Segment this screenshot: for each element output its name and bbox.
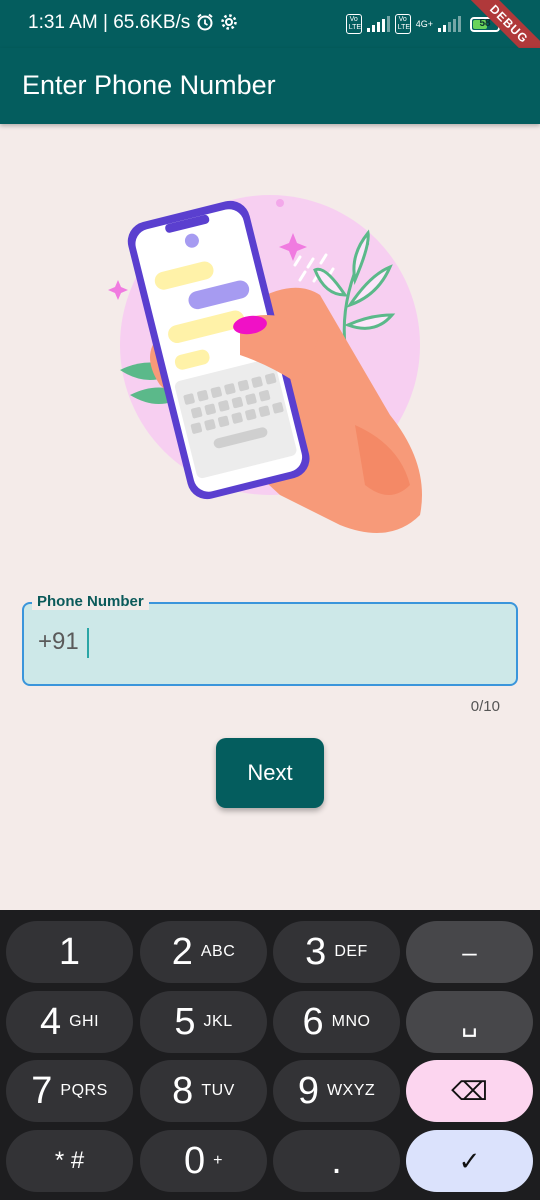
signal-icon-1 bbox=[366, 16, 390, 32]
network-type: 4G+ bbox=[415, 18, 433, 29]
key-space-label: ␣ bbox=[461, 1007, 478, 1037]
key-1[interactable]: 1 bbox=[6, 921, 133, 983]
key-8-letters: TUV bbox=[201, 1082, 235, 1099]
key-9-label: 9 bbox=[297, 1070, 319, 1112]
text-cursor bbox=[87, 628, 89, 658]
key-3-letters: DEF bbox=[334, 943, 368, 960]
key-7-letters: PQRS bbox=[60, 1082, 108, 1099]
key-4[interactable]: 4 GHI bbox=[6, 991, 133, 1053]
phone-number-label: Phone Number bbox=[32, 593, 149, 610]
key-6[interactable]: 6 MNO bbox=[273, 991, 400, 1053]
done-key-label: ✓ bbox=[458, 1146, 481, 1176]
key-6-letters: MNO bbox=[331, 1013, 371, 1030]
key-4-label: 4 bbox=[39, 1001, 62, 1043]
key-3[interactable]: 3 DEF bbox=[273, 921, 400, 983]
signal-icon-2 bbox=[438, 16, 461, 32]
key-2-letters: ABC bbox=[200, 943, 236, 960]
country-code-prefix: +91 bbox=[38, 628, 79, 655]
key-star-hash-label: * # bbox=[54, 1147, 85, 1174]
backspace-key[interactable]: ⌫ bbox=[406, 1060, 533, 1122]
key-9[interactable]: 9 WXYZ bbox=[273, 1060, 400, 1122]
key-8[interactable]: 8 TUV bbox=[140, 1060, 267, 1122]
key-2[interactable]: 2 ABC bbox=[140, 921, 267, 983]
key-1-label: 1 bbox=[58, 931, 81, 973]
key-3-label: 3 bbox=[305, 931, 327, 973]
key-0-letters: + bbox=[213, 1152, 223, 1169]
key-0-label: 0 bbox=[184, 1140, 206, 1182]
status-bar: 1:31 AM | 65.6KB/s Vo LTE Vo LTE 4G+ 58 … bbox=[0, 0, 540, 78]
phone-number-field[interactable]: +91 bbox=[22, 602, 518, 686]
status-left: 1:31 AM | 65.6KB/s bbox=[28, 12, 238, 34]
gear-icon bbox=[220, 13, 238, 34]
backspace-key-label: ⌫ bbox=[451, 1076, 488, 1106]
key-dash[interactable]: – bbox=[406, 921, 533, 983]
key-0[interactable]: 0 + bbox=[140, 1130, 267, 1192]
page-title: Enter Phone Number bbox=[22, 70, 276, 100]
volte-badge-1: Vo LTE bbox=[345, 14, 362, 34]
app-bar: Enter Phone Number bbox=[0, 48, 540, 124]
key-8-label: 8 bbox=[172, 1070, 194, 1112]
key-dash-label: – bbox=[462, 937, 477, 967]
key-7-label: 7 bbox=[31, 1070, 53, 1112]
character-counter: 0/10 bbox=[470, 698, 500, 715]
volte-badge-2: Vo LTE bbox=[394, 14, 411, 34]
next-button[interactable]: Next bbox=[216, 738, 324, 808]
key-space[interactable]: ␣ bbox=[406, 991, 533, 1053]
key-5-label: 5 bbox=[174, 1001, 196, 1043]
key-5[interactable]: 5 JKL bbox=[140, 991, 267, 1053]
key-period-label: . bbox=[331, 1140, 342, 1182]
key-6-label: 6 bbox=[302, 1001, 324, 1043]
key-7[interactable]: 7 PQRS bbox=[6, 1060, 133, 1122]
key-4-letters: GHI bbox=[69, 1013, 100, 1030]
status-right: Vo LTE Vo LTE 4G+ 58 bbox=[345, 14, 503, 34]
key-9-letters: WXYZ bbox=[326, 1082, 376, 1099]
done-key[interactable]: ✓ bbox=[406, 1130, 533, 1192]
status-time-speed: 1:31 AM | 65.6KB/s bbox=[28, 12, 191, 33]
key-5-letters: JKL bbox=[203, 1013, 233, 1030]
key-2-label: 2 bbox=[171, 931, 193, 973]
alarm-clock-icon bbox=[196, 13, 214, 34]
key-period[interactable]: . bbox=[273, 1130, 400, 1192]
hand-holding-phone-chat-illustration bbox=[100, 185, 440, 545]
numeric-keyboard: 1 2 ABC 3 DEF – 4 GHI 5 JKL 6 MNO ␣ 7 PQRS 8 TUV 9 WXYZ ⌫ * … bbox=[0, 910, 540, 1200]
key-star-hash[interactable]: * # bbox=[6, 1130, 133, 1192]
